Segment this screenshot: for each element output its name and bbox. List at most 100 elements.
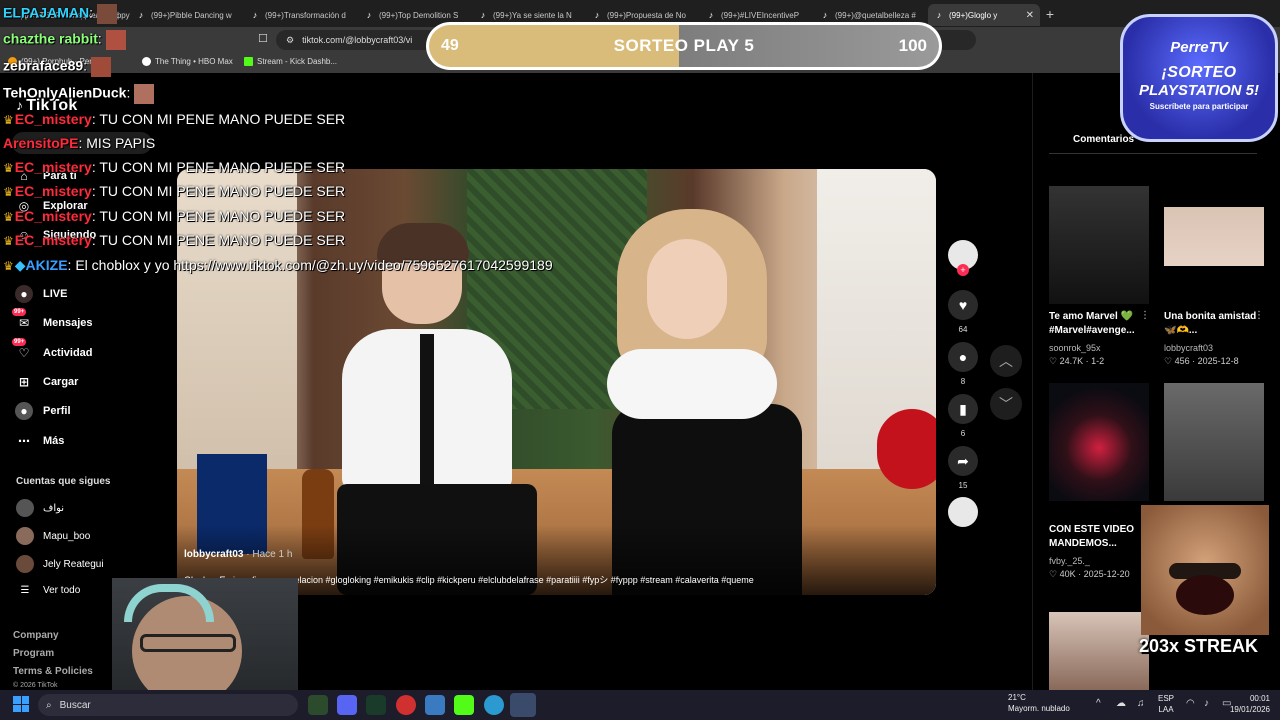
chat-colon: : [126,84,131,101]
tiktok-icon: ♪ [366,10,372,20]
related-video-thumbnail[interactable] [1164,186,1264,304]
weather-desc: Mayorm. nublado [1008,704,1070,713]
following-name: نواف [43,502,65,514]
bookmark-icon[interactable]: ☐ [258,32,268,45]
taskbar-app-icon[interactable] [366,695,386,715]
tiktok-icon: ♪ [594,10,600,20]
weather-widget[interactable]: 21°C Mayorm. nublado [990,692,1070,714]
related-video-title[interactable]: CON ESTE VIDEO MANDEMOS... [1049,523,1153,551]
taskbar-app-icon[interactable] [308,695,328,715]
following-item[interactable]: Jely Reategui [16,555,104,573]
taskbar-app-icon[interactable] [396,695,416,715]
share-button[interactable]: ➦ 15 [948,446,978,490]
chat-text: : TU CON MI PENE MANO PUEDE SER [91,159,346,175]
chat-emote [105,30,126,50]
following-name: Jely Reategui [43,558,104,570]
site-info-icon[interactable]: ⚙ [286,35,294,46]
browser-tab[interactable]: ♪ (99+)Pibble Dancing w [130,4,244,26]
gem-icon: ◆ [14,257,26,273]
related-video-user[interactable]: soonrok_95x [1049,343,1101,353]
chat-username: ELPAJAMAN [3,4,90,21]
mic-icon[interactable]: ♫ [1137,698,1145,709]
more-options-icon[interactable]: ⋮ [1254,310,1264,321]
new-tab-button[interactable]: + [1040,6,1060,22]
tab-label: (99+)Transformación d [265,10,346,20]
related-video-user[interactable]: lobbycraft03 [1164,343,1213,353]
taskbar-app-icon[interactable] [454,695,474,715]
nav-actividad[interactable]: ♡ 99+ Actividad [12,338,93,362]
logo-tile [21,696,29,704]
nav-cargar[interactable]: ⊞ Cargar [15,373,79,391]
video-author[interactable]: lobbycraft03 · Hace 1 h [184,549,292,560]
messages-icon: ✉ 99+ [12,308,30,330]
taskbar-app-icon[interactable] [425,695,445,715]
discord-icon[interactable] [337,695,357,715]
raffle-progress-bar: 49 SORTEO PLAY 5 100 [426,22,942,70]
chat-message: ♛EC_mistery: TU CON MI PENE MANO PUEDE S… [3,183,345,199]
tab-label: (99+)Propuesta de No [607,10,686,20]
follow-plus-icon[interactable]: + [957,264,969,276]
browser-tab-active[interactable]: ♪ (99+)Gloglo y ✕ [928,4,1040,26]
like-button[interactable]: ♥ 64 [948,290,978,334]
windows-start-icon[interactable] [13,696,29,712]
promo-line: PLAYSTATION 5! [1139,82,1259,99]
comment-button[interactable]: ● 8 [948,342,978,386]
logo-tile [21,704,29,712]
steam-icon[interactable] [510,693,536,717]
video-scene [647,239,727,339]
following-item[interactable]: نواف [16,499,64,517]
more-options-icon[interactable]: ⋮ [1140,310,1150,321]
tab-label: (99+)#LIVEIncentiveP [721,10,800,20]
meme-overlay [1141,505,1269,635]
streak-counter: 203x STREAK [1139,636,1259,656]
nav-perfil[interactable]: ● Perfil [15,402,71,420]
music-disc[interactable] [948,497,978,527]
close-tab-icon[interactable]: ✕ [1026,10,1034,21]
bookmark-item[interactable]: Stream - Kick Dashb... [244,57,337,66]
related-video-title[interactable]: Te amo Marvel 💚 #Marvel#avenge... [1049,310,1153,338]
nav-mas[interactable]: ⋯ Más [15,432,64,450]
footer-link-company[interactable]: Company [13,630,59,641]
webcam-headband [124,584,214,622]
bookmark-item[interactable]: The Thing • HBO Max [142,57,233,66]
tab-label: (99+)Top Demolition S [379,10,459,20]
volume-icon[interactable]: ♪ [1204,698,1209,709]
crown-icon: ♛ [3,210,14,224]
tab-label: (99+)Ya se siente la N [493,10,572,20]
kick-icon [244,57,253,66]
language-indicator[interactable]: ESP LAA [1158,693,1174,715]
tab-comentarios[interactable]: Comentarios [1073,134,1134,145]
tiktok-icon: ♪ [138,10,144,20]
taskbar-search[interactable]: ⌕ Buscar [38,694,298,716]
list-icon: ☰ [20,585,30,596]
nav-mensajes[interactable]: ✉ 99+ Mensajes [12,308,93,332]
browser-icon[interactable] [484,695,504,715]
avatar [16,555,34,573]
related-video-thumbnail[interactable] [1164,383,1264,501]
related-video-thumbnail[interactable] [1049,612,1149,690]
tiktok-icon: ♪ [480,10,486,20]
chat-message: chazthe rabbit: [3,30,126,50]
clock[interactable]: 00:01 19/01/2026 [1230,693,1270,715]
prev-video-button[interactable]: ︿ [990,345,1022,377]
tray-icon[interactable]: ☁ [1116,698,1126,709]
lang-code: ESP [1158,694,1175,703]
chevron-up-icon[interactable]: ^ [1096,698,1101,709]
see-all-link[interactable]: ☰ Ver todo [16,585,81,596]
related-video-title[interactable]: Una bonita amistad 🦋🫶... [1164,310,1260,338]
following-item[interactable]: Mapu_boo [16,527,90,545]
wifi-icon[interactable]: ◠ [1186,698,1195,709]
footer-link-terms[interactable]: Terms & Policies [13,666,93,677]
browser-tab[interactable]: ♪ (99+)Transformación d [244,4,358,26]
badge: 99+ [12,338,27,346]
activity-icon: ♡ 99+ [12,338,30,360]
nav-live[interactable]: ● LIVE [15,285,67,303]
heart-icon: ♥ [948,290,978,320]
chat-message: zebraface89: [3,57,112,77]
footer-link-program[interactable]: Program [13,648,54,659]
save-button[interactable]: ▮ 6 [948,394,978,438]
next-video-button[interactable]: ﹀ [990,388,1022,420]
related-video-thumbnail[interactable] [1049,186,1149,304]
related-video-user[interactable]: fvby._25._ [1049,556,1090,566]
related-video-thumbnail[interactable] [1049,383,1149,501]
